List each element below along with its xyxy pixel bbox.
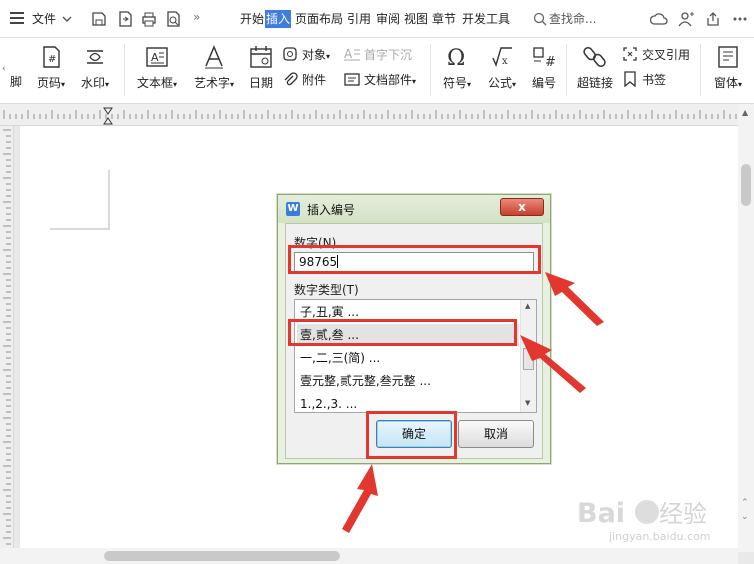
- svg-text:jingyan.baidu.com: jingyan.baidu.com: [608, 530, 711, 543]
- arrow-to-ok-button: [342, 464, 378, 533]
- svg-text:经验: 经验: [659, 500, 707, 528]
- annotation-arrows: [342, 272, 604, 533]
- baidu-logo: Bai 经验 jingyan.baidu.com: [577, 498, 711, 543]
- arrow-to-number-input: [545, 272, 604, 326]
- baidu-watermark: Bai 经验 jingyan.baidu.com: [575, 488, 735, 544]
- svg-text:Bai: Bai: [577, 498, 625, 529]
- arrow-to-selected-type: [520, 335, 586, 393]
